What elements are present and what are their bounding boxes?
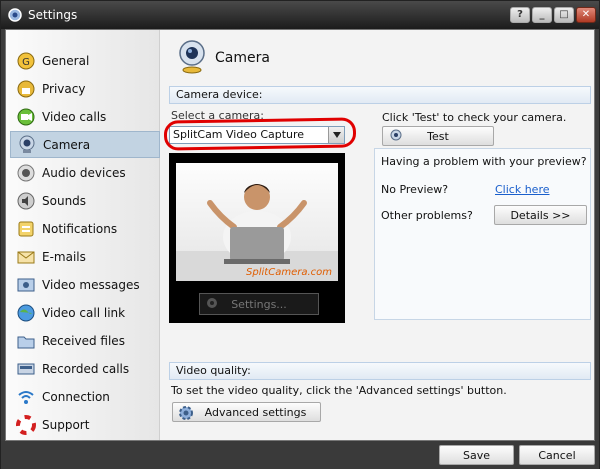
- test-button-label: Test: [427, 129, 449, 143]
- sidebar-item-video-calls[interactable]: Video calls: [10, 103, 160, 130]
- test-camera-button[interactable]: Test: [382, 126, 494, 146]
- sidebar-item-video-call-link[interactable]: Video call link: [10, 299, 160, 326]
- settings-window: Settings ? _ □ ✕ G General Privacy Video…: [0, 0, 600, 469]
- sidebar-item-label: General: [42, 53, 90, 68]
- sidebar-item-support[interactable]: Support: [10, 411, 160, 438]
- sidebar-item-label: Audio devices: [42, 165, 126, 180]
- window-title: Settings: [28, 8, 78, 22]
- sidebar-item-audio-devices[interactable]: Audio devices: [10, 159, 160, 186]
- recorded-calls-icon: [16, 359, 36, 379]
- sidebar-item-video-messages[interactable]: Video messages: [10, 271, 160, 298]
- sidebar-item-label: Received files: [42, 333, 125, 348]
- preview-watermark: SplitCamera.com: [246, 267, 332, 278]
- camera-device-header: Camera device:: [169, 86, 591, 104]
- sounds-icon: [16, 191, 36, 211]
- click-here-link[interactable]: Click here: [495, 183, 550, 196]
- settings-client-area: G General Privacy Video calls Camera Aud…: [5, 29, 595, 441]
- cancel-button[interactable]: Cancel: [519, 445, 595, 465]
- svg-text:G: G: [22, 57, 30, 68]
- privacy-icon: [16, 79, 36, 99]
- general-icon: G: [16, 51, 36, 71]
- sidebar-item-label: Camera: [43, 137, 91, 152]
- problems-title: Having a problem with your preview?: [381, 155, 587, 168]
- email-icon: [16, 247, 36, 267]
- lifebuoy-icon: [16, 414, 36, 435]
- title-bar[interactable]: Settings ? _ □ ✕: [1, 1, 599, 29]
- preview-problems-panel: Having a problem with your preview? No P…: [374, 148, 591, 320]
- sidebar-item-emails[interactable]: E-mails: [10, 243, 160, 270]
- speaker-icon: [16, 163, 36, 183]
- close-button[interactable]: ✕: [576, 7, 596, 23]
- sidebar-item-label: Notifications: [42, 221, 118, 236]
- camera-preview: SplitCamera.com Settings...: [169, 153, 345, 323]
- sidebar-item-label: Video call link: [42, 305, 126, 320]
- no-preview-label: No Preview?: [381, 183, 449, 196]
- connection-icon: [16, 387, 36, 407]
- settings-sidebar: G General Privacy Video calls Camera Aud…: [6, 30, 160, 440]
- sidebar-item-privacy[interactable]: Privacy: [10, 75, 160, 102]
- sidebar-item-general[interactable]: G General: [10, 47, 160, 74]
- gear-icon: [7, 7, 23, 23]
- webcam-icon: [177, 40, 207, 77]
- dialog-footer: Save Cancel: [1, 441, 599, 469]
- save-button[interactable]: Save: [439, 445, 514, 465]
- folder-icon: [16, 331, 36, 351]
- video-quality-description: To set the video quality, click the 'Adv…: [171, 384, 507, 397]
- help-button[interactable]: ?: [510, 7, 530, 23]
- video-messages-icon: [16, 275, 36, 295]
- camera-settings-label: Settings...: [231, 297, 287, 311]
- sidebar-item-label: E-mails: [42, 249, 86, 264]
- page-title: Camera: [215, 50, 270, 66]
- sidebar-item-notifications[interactable]: Notifications: [10, 215, 160, 242]
- sidebar-item-recorded-calls[interactable]: Recorded calls: [10, 355, 160, 382]
- sidebar-item-label: Video messages: [42, 277, 140, 292]
- chevron-down-icon[interactable]: [328, 127, 344, 143]
- sidebar-item-label: Sounds: [42, 193, 87, 208]
- maximize-button[interactable]: □: [554, 7, 574, 23]
- sidebar-item-received-files[interactable]: Received files: [10, 327, 160, 354]
- camera-settings-panel: Camera Camera device: Select a camera: S…: [161, 30, 594, 440]
- other-problems-label: Other problems?: [381, 209, 473, 222]
- select-camera-label: Select a camera:: [171, 109, 264, 122]
- camera-settings-button[interactable]: Settings...: [199, 293, 319, 315]
- webcam-icon: [205, 297, 219, 314]
- sidebar-item-label: Video calls: [42, 109, 107, 124]
- sidebar-item-label: Connection: [42, 389, 110, 404]
- sidebar-item-camera[interactable]: Camera: [10, 131, 160, 158]
- webcam-icon: [389, 129, 403, 146]
- camera-select[interactable]: SplitCam Video Capture: [169, 126, 345, 144]
- advanced-settings-label: Advanced settings: [204, 405, 307, 419]
- sidebar-item-label: Recorded calls: [42, 361, 130, 376]
- video-calls-icon: [16, 107, 36, 127]
- minimize-button[interactable]: _: [532, 7, 552, 23]
- preview-image: SplitCamera.com: [176, 163, 338, 281]
- sidebar-item-label: Privacy: [42, 81, 86, 96]
- camera-select-value: SplitCam Video Capture: [173, 128, 305, 141]
- notifications-icon: [16, 219, 36, 239]
- details-button[interactable]: Details >>: [494, 205, 587, 225]
- sidebar-item-label: Support: [42, 417, 90, 432]
- globe-icon: [16, 303, 36, 323]
- sidebar-item-connection[interactable]: Connection: [10, 383, 160, 410]
- gear-icon: [178, 405, 194, 424]
- video-quality-header: Video quality:: [169, 362, 591, 380]
- test-hint: Click 'Test' to check your camera.: [382, 111, 567, 124]
- webcam-icon: [17, 135, 37, 155]
- sidebar-item-sounds[interactable]: Sounds: [10, 187, 160, 214]
- advanced-settings-button[interactable]: Advanced settings: [172, 402, 321, 422]
